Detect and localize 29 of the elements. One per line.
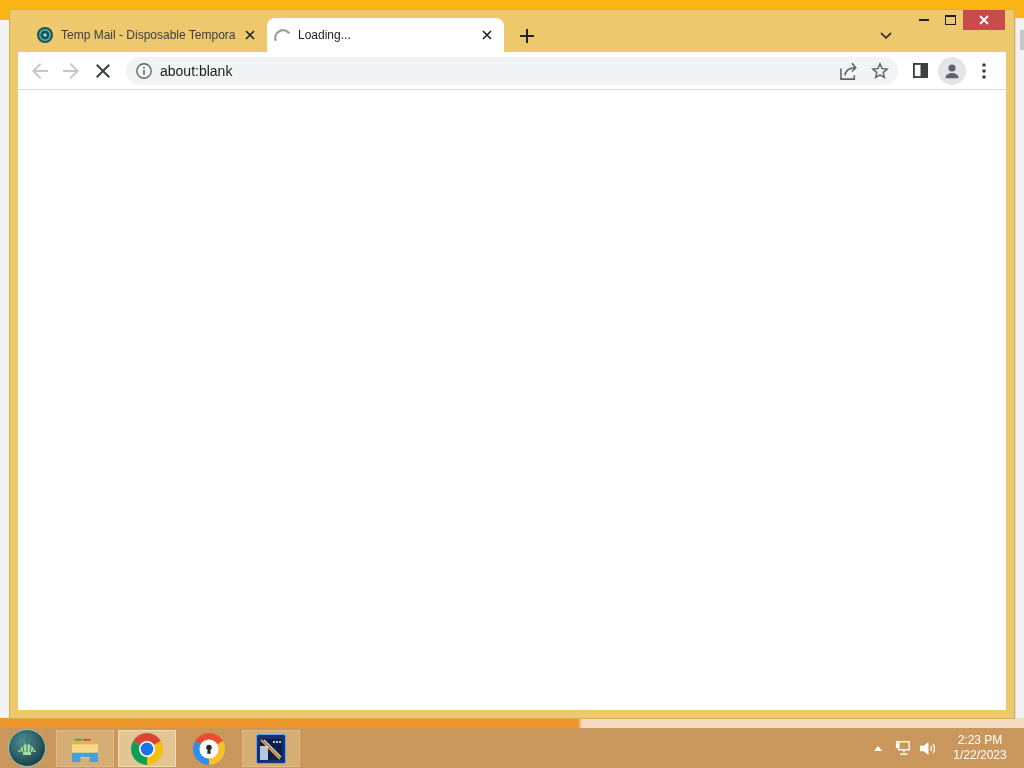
browser-tab[interactable]: Temp Mail - Disposable Tempora — [30, 18, 267, 52]
maximize-icon[interactable] — [944, 15, 956, 25]
taskbar-button[interactable] — [242, 730, 300, 767]
circle-logo-icon — [131, 732, 163, 765]
loading-spinner-icon — [274, 29, 290, 41]
star-icon[interactable] — [871, 62, 889, 79]
ring-keyhole-icon — [193, 732, 225, 765]
close-icon[interactable] — [482, 30, 492, 40]
chevron-down-icon[interactable] — [880, 32, 892, 40]
plus-icon[interactable] — [520, 29, 534, 43]
clock-time: 2:23 PM — [957, 733, 1003, 748]
info-icon[interactable] — [136, 62, 152, 79]
address-bar[interactable]: about:blank — [126, 56, 898, 85]
app-window-icon — [256, 733, 286, 764]
more-menu-icon[interactable] — [982, 62, 986, 79]
start-orb-icon[interactable] — [8, 729, 46, 767]
profile-icon[interactable] — [938, 56, 966, 85]
close-icon[interactable] — [245, 30, 255, 40]
share-icon[interactable] — [839, 61, 857, 80]
close-icon — [979, 15, 989, 25]
network-icon[interactable] — [895, 740, 911, 756]
clock-date: 1/22/2023 — [953, 748, 1007, 763]
side-panel-icon[interactable] — [912, 63, 928, 78]
close-button[interactable] — [963, 10, 1005, 30]
browser-tab[interactable]: Loading... — [267, 18, 504, 52]
caret-up-icon[interactable] — [874, 745, 882, 751]
volume-icon[interactable] — [919, 740, 936, 756]
favicon-icon — [37, 27, 53, 43]
stop-icon[interactable] — [96, 63, 110, 78]
